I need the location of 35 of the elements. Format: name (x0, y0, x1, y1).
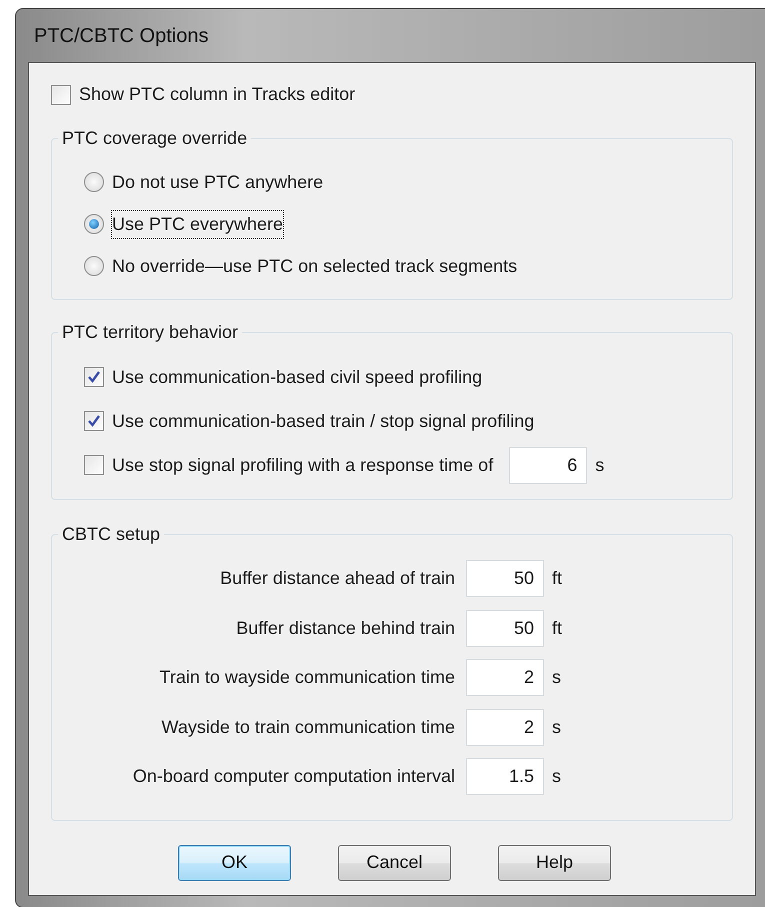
value-field[interactable]: 2 (466, 708, 544, 746)
value-field[interactable]: 6 (509, 446, 588, 484)
checkbox[interactable] (84, 411, 104, 431)
value-field[interactable]: 50 (466, 560, 544, 597)
checkbox-label: Use communication-based train / stop signal profiling (112, 410, 534, 433)
field-label: On-board computer computation interval (132, 765, 456, 788)
value-field[interactable]: 1.5 (466, 758, 544, 795)
unit-label: ft (552, 616, 562, 640)
radio-button[interactable] (84, 256, 104, 276)
unit-label: ft (552, 567, 562, 590)
radio-label: No override—use PTC on selected track segments (112, 254, 518, 278)
value-field[interactable]: 2 (466, 659, 544, 696)
checkbox-label: Use communication-based civil speed profiling (112, 366, 482, 389)
dialog-button[interactable]: Cancel (338, 844, 451, 880)
radio-button[interactable] (84, 172, 104, 192)
radio-button[interactable] (84, 214, 104, 234)
radio-label: Do not use PTC anywhere (112, 170, 324, 194)
value-field[interactable]: 50 (466, 610, 544, 646)
checkbox-label: Show PTC column in Tracks editor (79, 83, 356, 106)
checkbox[interactable] (51, 84, 71, 104)
field-label: Wayside to train communication time (160, 716, 456, 739)
field-label: Buffer distance ahead of train (219, 567, 456, 590)
window-title: PTC/CBTC Options (34, 24, 208, 48)
checkbox-label: Use stop signal profiling with a response time of (112, 454, 494, 477)
dialog-button[interactable]: Help (498, 844, 611, 880)
field-label: Train to wayside communication time (158, 666, 456, 689)
field-label: Buffer distance behind train (235, 616, 456, 640)
dialog-button[interactable]: OK (178, 844, 291, 880)
checkbox[interactable] (84, 455, 104, 475)
checkbox[interactable] (84, 367, 104, 387)
radio-label: Use PTC everywhere (112, 210, 284, 238)
unit-label: s (552, 666, 561, 689)
unit-label: s (595, 454, 604, 476)
unit-label: s (552, 716, 561, 738)
unit-label: s (552, 765, 561, 788)
